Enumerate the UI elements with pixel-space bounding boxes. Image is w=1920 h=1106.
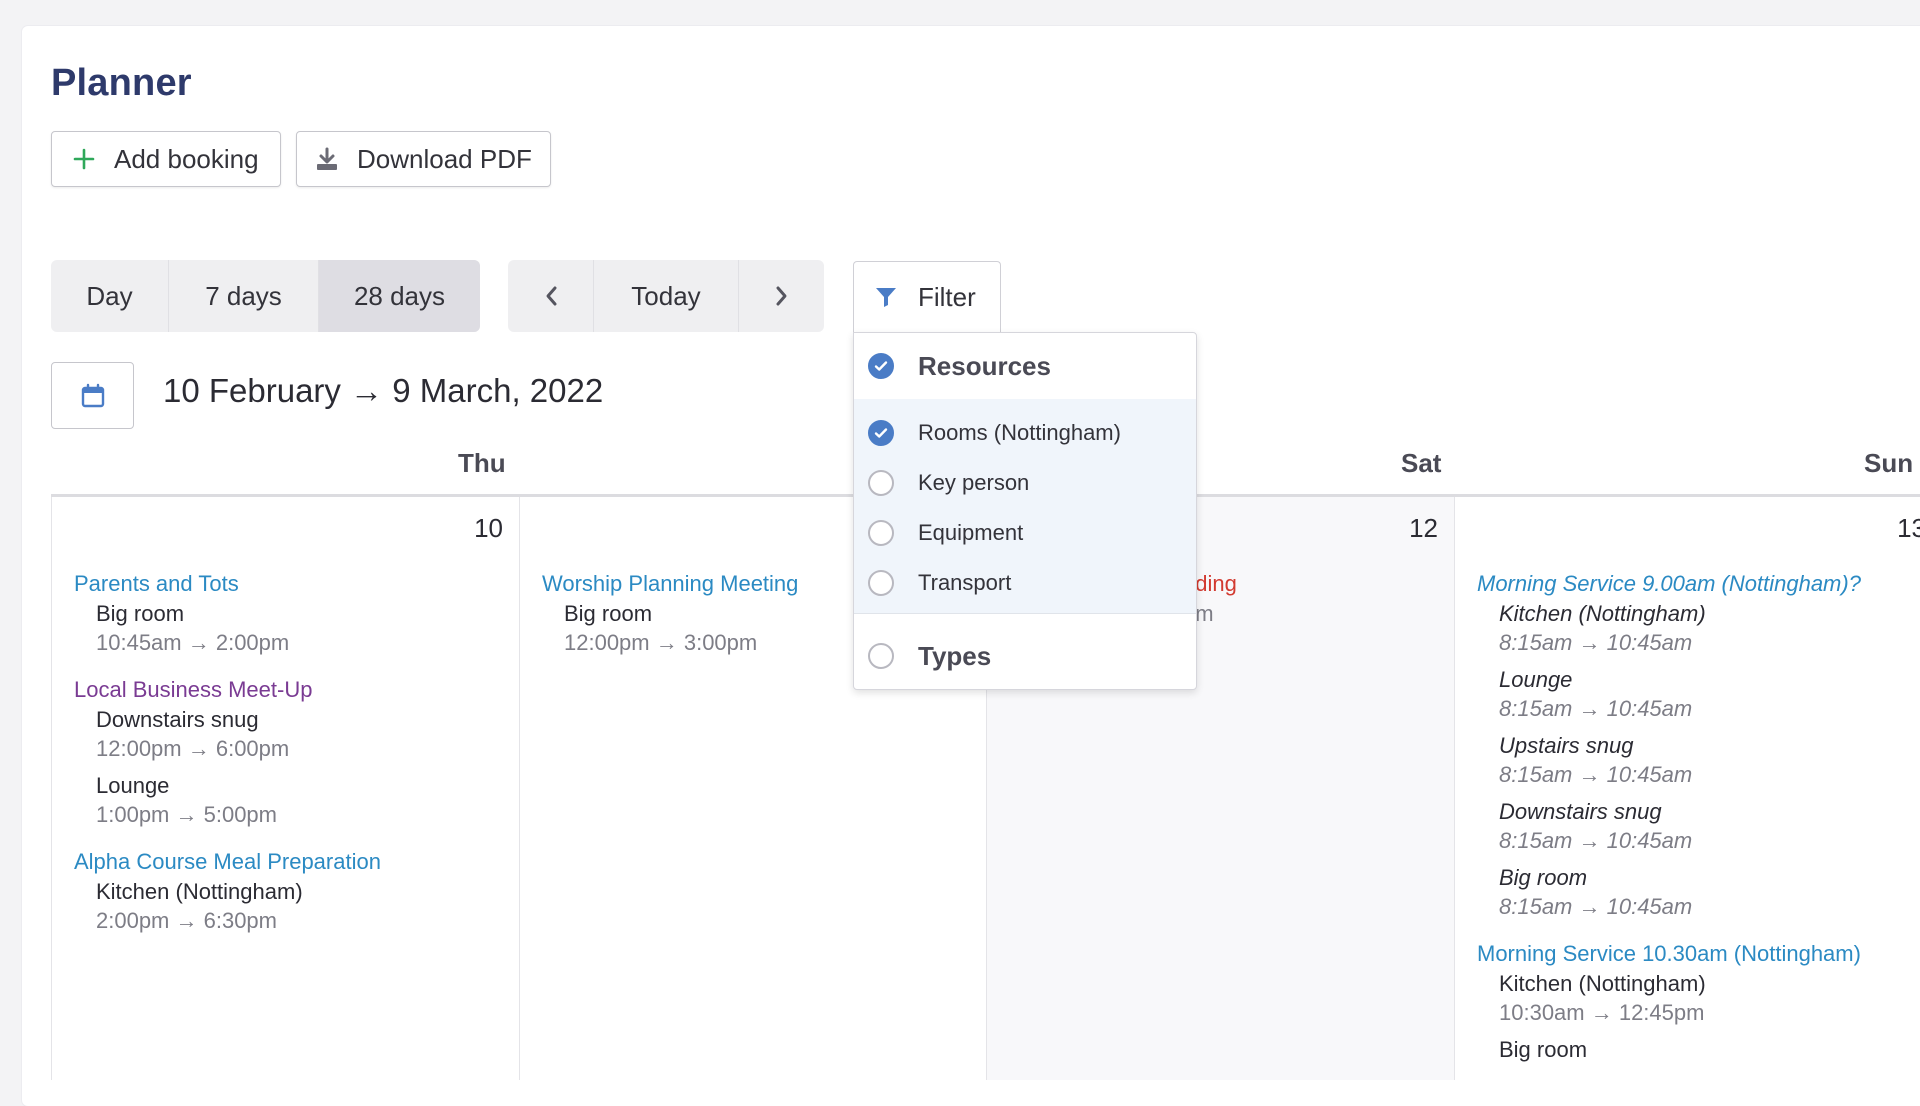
day-cell[interactable]: 10 Parents and Tots Big room 10:45am → 2… xyxy=(51,497,519,1080)
download-pdf-button[interactable]: Download PDF xyxy=(296,131,551,187)
filter-label: Filter xyxy=(918,281,976,312)
event-resource: Lounge xyxy=(96,773,170,798)
event[interactable]: Alpha Course Meal Preparation Kitchen (N… xyxy=(74,847,511,935)
event-time: 8:15am → 10:45am xyxy=(1499,696,1693,721)
filter-option-equipment[interactable]: Equipment xyxy=(868,517,1023,549)
checkbox-icon[interactable] xyxy=(868,570,894,596)
event-time: 10:30am → 12:45pm xyxy=(1499,1000,1705,1025)
event-resource: Upstairs snug xyxy=(1499,733,1634,758)
event[interactable]: Parents and Tots Big room 10:45am → 2:00… xyxy=(74,569,511,657)
chevron-left-icon xyxy=(546,286,556,306)
event-resource: Kitchen (Nottingham) xyxy=(96,879,303,904)
checkbox-icon[interactable] xyxy=(868,520,894,546)
day-number: 12 xyxy=(1409,513,1438,543)
event-title[interactable]: Local Business Meet-Up xyxy=(74,675,511,705)
view-toggle: Day 7 days 28 days xyxy=(51,260,480,332)
filter-option-label: Transport xyxy=(918,570,1012,595)
event-resource: Lounge xyxy=(1499,667,1573,692)
day-cell[interactable]: 13 Morning Service 9.00am (Nottingham)? … xyxy=(1454,497,1920,1080)
event-resource: Kitchen (Nottingham) xyxy=(1499,601,1706,626)
event-time: 8:15am → 10:45am xyxy=(1499,762,1693,787)
event-title[interactable]: dding xyxy=(1183,569,1446,599)
view-day-button[interactable]: Day xyxy=(51,260,169,332)
event-time: 8:15am → 10:45am xyxy=(1499,630,1693,655)
next-button[interactable] xyxy=(739,260,824,332)
weekday-header-sat: Sat xyxy=(1401,448,1442,478)
download-icon xyxy=(313,145,341,173)
date-picker-button[interactable] xyxy=(51,362,134,429)
event[interactable]: Local Business Meet-Up Downstairs snug 1… xyxy=(74,675,511,829)
download-pdf-label: Download PDF xyxy=(357,143,532,174)
event-time: 12:00pm → 6:00pm xyxy=(96,736,290,761)
checkbox-checked-icon[interactable] xyxy=(868,353,894,379)
add-booking-label: Add booking xyxy=(114,143,259,174)
event[interactable]: Morning Service 10.30am (Nottingham) Kit… xyxy=(1477,939,1912,1064)
date-range: 10 February → 9 March, 2022 xyxy=(163,372,604,409)
filter-option-label: Rooms (Nottingham) xyxy=(918,420,1121,445)
calendar-icon xyxy=(81,383,104,407)
filter-group-resources[interactable]: Resources xyxy=(868,350,1051,382)
event-title[interactable]: Alpha Course Meal Preparation xyxy=(74,847,511,877)
chevron-right-icon xyxy=(776,286,786,306)
event-resource: Downstairs snug xyxy=(96,707,259,732)
event[interactable]: Morning Service 9.00am (Nottingham)? Kit… xyxy=(1477,569,1912,921)
filter-option-key-person[interactable]: Key person xyxy=(868,467,1029,499)
today-button[interactable]: Today xyxy=(594,260,739,332)
filter-option-label: Key person xyxy=(918,470,1030,495)
event-time: om xyxy=(1183,601,1214,626)
plus-icon xyxy=(70,145,98,173)
weekday-header-sun: Sun xyxy=(1864,448,1914,478)
page-title: Planner xyxy=(51,62,192,104)
event-resource: Downstairs snug xyxy=(1499,799,1662,824)
filter-icon xyxy=(874,285,898,309)
event-resource: Big room xyxy=(96,601,185,626)
prev-button[interactable] xyxy=(508,260,594,332)
event-time: 8:15am → 10:45am xyxy=(1499,894,1693,919)
filter-option-label: Equipment xyxy=(918,520,1024,545)
date-nav: Today xyxy=(508,260,824,332)
checkbox-icon[interactable] xyxy=(868,643,894,669)
checkbox-checked-icon[interactable] xyxy=(868,420,894,446)
filter-option-transport[interactable]: Transport xyxy=(868,567,1011,599)
event-resource: Kitchen (Nottingham) xyxy=(1499,971,1706,996)
event[interactable]: dding om xyxy=(1183,569,1446,628)
day-number: 10 xyxy=(474,513,503,543)
event-resource: Big room xyxy=(1499,865,1588,890)
event-title[interactable]: Parents and Tots xyxy=(74,569,511,599)
event-time: 10:45am → 2:00pm xyxy=(96,630,290,655)
event-title[interactable]: Morning Service 10.30am (Nottingham) xyxy=(1477,939,1912,969)
filter-group-types[interactable]: Types xyxy=(868,640,991,672)
filter-group-label: Resources xyxy=(918,350,1051,381)
event-time: 1:00pm → 5:00pm xyxy=(96,802,277,827)
filter-group-label: Types xyxy=(918,640,992,671)
event-time: 2:00pm → 6:30pm xyxy=(96,908,277,933)
filter-option-rooms[interactable]: Rooms (Nottingham) xyxy=(868,417,1121,449)
weekday-header-thu: Thu xyxy=(458,448,506,478)
filter-button[interactable]: Filter xyxy=(853,261,1001,332)
add-booking-button[interactable]: Add booking xyxy=(51,131,281,187)
event-title[interactable]: Morning Service 9.00am (Nottingham)? xyxy=(1477,569,1912,599)
filter-dropdown: Resources Rooms (Nottingham) Key person … xyxy=(853,332,1197,690)
view-28-days-button[interactable]: 28 days xyxy=(319,260,480,332)
day-number: 13 xyxy=(1897,513,1920,543)
event-time: 8:15am → 10:45am xyxy=(1499,828,1693,853)
view-7-days-button[interactable]: 7 days xyxy=(169,260,319,332)
checkbox-icon[interactable] xyxy=(868,470,894,496)
event-resource: Big room xyxy=(1499,1037,1588,1062)
